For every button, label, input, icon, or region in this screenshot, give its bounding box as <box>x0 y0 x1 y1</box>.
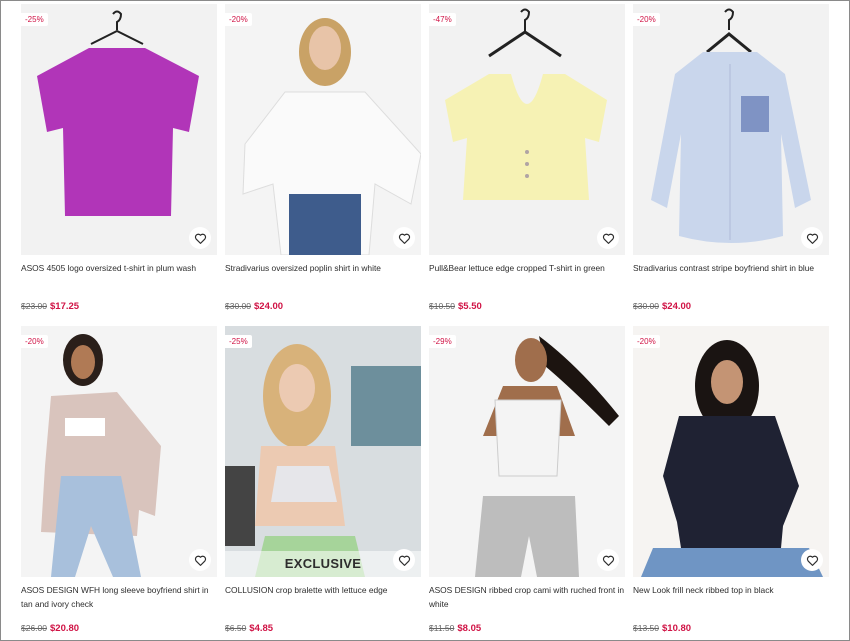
garment-shape <box>663 416 799 548</box>
product-title[interactable]: Stradivarius oversized poplin shirt in w… <box>225 262 421 290</box>
sale-price: $10.80 <box>662 623 692 634</box>
product-photo-model-white-shirt <box>225 4 421 255</box>
sale-price: $24.00 <box>662 301 692 312</box>
product-card[interactable]: -20% New Look frill neck ribbed top in b… <box>633 326 829 634</box>
product-photo-cropped-tshirt <box>429 4 625 255</box>
product-prices: $11.50 $8.05 <box>429 623 625 634</box>
sale-price: $8.05 <box>457 623 482 634</box>
save-for-later-button[interactable] <box>801 549 823 571</box>
original-price: $6.50 <box>225 623 247 633</box>
heart-icon <box>398 233 410 244</box>
product-title[interactable]: New Look frill neck ribbed top in black <box>633 584 829 612</box>
product-photo-model-bralette <box>225 326 421 577</box>
save-for-later-button[interactable] <box>597 227 619 249</box>
save-for-later-button[interactable] <box>597 549 619 571</box>
product-prices: $23.00 $17.25 <box>21 301 217 312</box>
product-image[interactable]: -20% <box>633 4 829 255</box>
garment-shape <box>494 399 562 477</box>
product-prices: $26.00 $20.80 <box>21 623 217 634</box>
save-for-later-button[interactable] <box>393 549 415 571</box>
discount-badge: -20% <box>225 13 252 26</box>
product-photo-tshirt <box>21 4 217 255</box>
save-for-later-button[interactable] <box>189 227 211 249</box>
product-card[interactable]: -20% Stradivarius oversized poplin shirt… <box>225 4 421 312</box>
product-photo-model-cami <box>429 326 625 577</box>
product-card[interactable]: -20% Stradivarius contrast stripe boyfri… <box>633 4 829 312</box>
sale-price: $20.80 <box>50 623 80 634</box>
product-card[interactable]: -20% ASOS DESIGN WFH long sleeve boyfrie… <box>21 326 217 634</box>
save-for-later-button[interactable] <box>393 227 415 249</box>
product-prices: $6.50 $4.85 <box>225 623 421 634</box>
original-price: $30.00 <box>225 301 251 311</box>
product-prices: $30.00 $24.00 <box>225 301 421 312</box>
sale-price: $4.85 <box>249 623 274 634</box>
sale-price: $5.50 <box>458 301 482 312</box>
original-price: $30.00 <box>633 301 659 311</box>
product-prices: $10.50 $5.50 <box>429 301 625 312</box>
original-price: $10.50 <box>429 301 455 311</box>
original-price: $11.50 <box>429 623 455 633</box>
discount-badge: -25% <box>225 335 252 348</box>
product-card[interactable]: -47% Pull&Bear lettuce edge cropped T-sh… <box>429 4 625 312</box>
exclusive-label: EXCLUSIVE <box>225 551 421 577</box>
product-image[interactable]: -20% <box>225 4 421 255</box>
heart-icon <box>194 233 206 244</box>
discount-badge: -25% <box>21 13 48 26</box>
heart-icon <box>806 555 818 566</box>
product-title[interactable]: ASOS 4505 logo oversized t-shirt in plum… <box>21 262 217 290</box>
product-photo-blue-shirt <box>633 4 829 255</box>
product-image[interactable]: -25% EXCLUSIVE <box>225 326 421 577</box>
discount-badge: -29% <box>429 335 456 348</box>
discount-badge: -20% <box>633 335 660 348</box>
product-card[interactable]: -25% ASOS 4505 logo oversized t-shirt in… <box>21 4 217 312</box>
sale-price: $24.00 <box>254 301 284 312</box>
product-card[interactable]: -25% EXCLUSIVE COLLUSION crop bralette w… <box>225 326 421 634</box>
original-price: $13.50 <box>633 623 659 633</box>
original-price: $23.00 <box>21 301 47 311</box>
discount-badge: -20% <box>633 13 660 26</box>
product-image[interactable]: -25% <box>21 4 217 255</box>
discount-badge: -20% <box>21 335 48 348</box>
product-card[interactable]: -29% ASOS DESIGN ribbed crop cami with r… <box>429 326 625 634</box>
save-for-later-button[interactable] <box>189 549 211 571</box>
product-title[interactable]: ASOS DESIGN WFH long sleeve boyfriend sh… <box>21 584 217 612</box>
product-title[interactable]: Pull&Bear lettuce edge cropped T-shirt i… <box>429 262 625 290</box>
sale-price: $17.25 <box>50 301 80 312</box>
heart-icon <box>398 555 410 566</box>
heart-icon <box>194 555 206 566</box>
heart-icon <box>602 233 614 244</box>
product-prices: $30.00 $24.00 <box>633 301 829 312</box>
original-price: $26.00 <box>21 623 47 633</box>
product-title[interactable]: Stradivarius contrast stripe boyfriend s… <box>633 262 829 290</box>
save-for-later-button[interactable] <box>801 227 823 249</box>
product-image[interactable]: -20% <box>633 326 829 577</box>
product-photo-model-check-shirt <box>21 326 217 577</box>
product-prices: $13.50 $10.80 <box>633 623 829 634</box>
product-title[interactable]: COLLUSION crop bralette with lettuce edg… <box>225 584 421 612</box>
product-image[interactable]: -47% <box>429 4 625 255</box>
garment-shape <box>271 466 337 502</box>
discount-badge: -47% <box>429 13 456 26</box>
heart-icon <box>602 555 614 566</box>
product-photo-model-black-top <box>633 326 829 577</box>
product-title[interactable]: ASOS DESIGN ribbed crop cami with ruched… <box>429 584 625 612</box>
heart-icon <box>806 233 818 244</box>
product-image[interactable]: -20% <box>21 326 217 577</box>
product-image[interactable]: -29% <box>429 326 625 577</box>
